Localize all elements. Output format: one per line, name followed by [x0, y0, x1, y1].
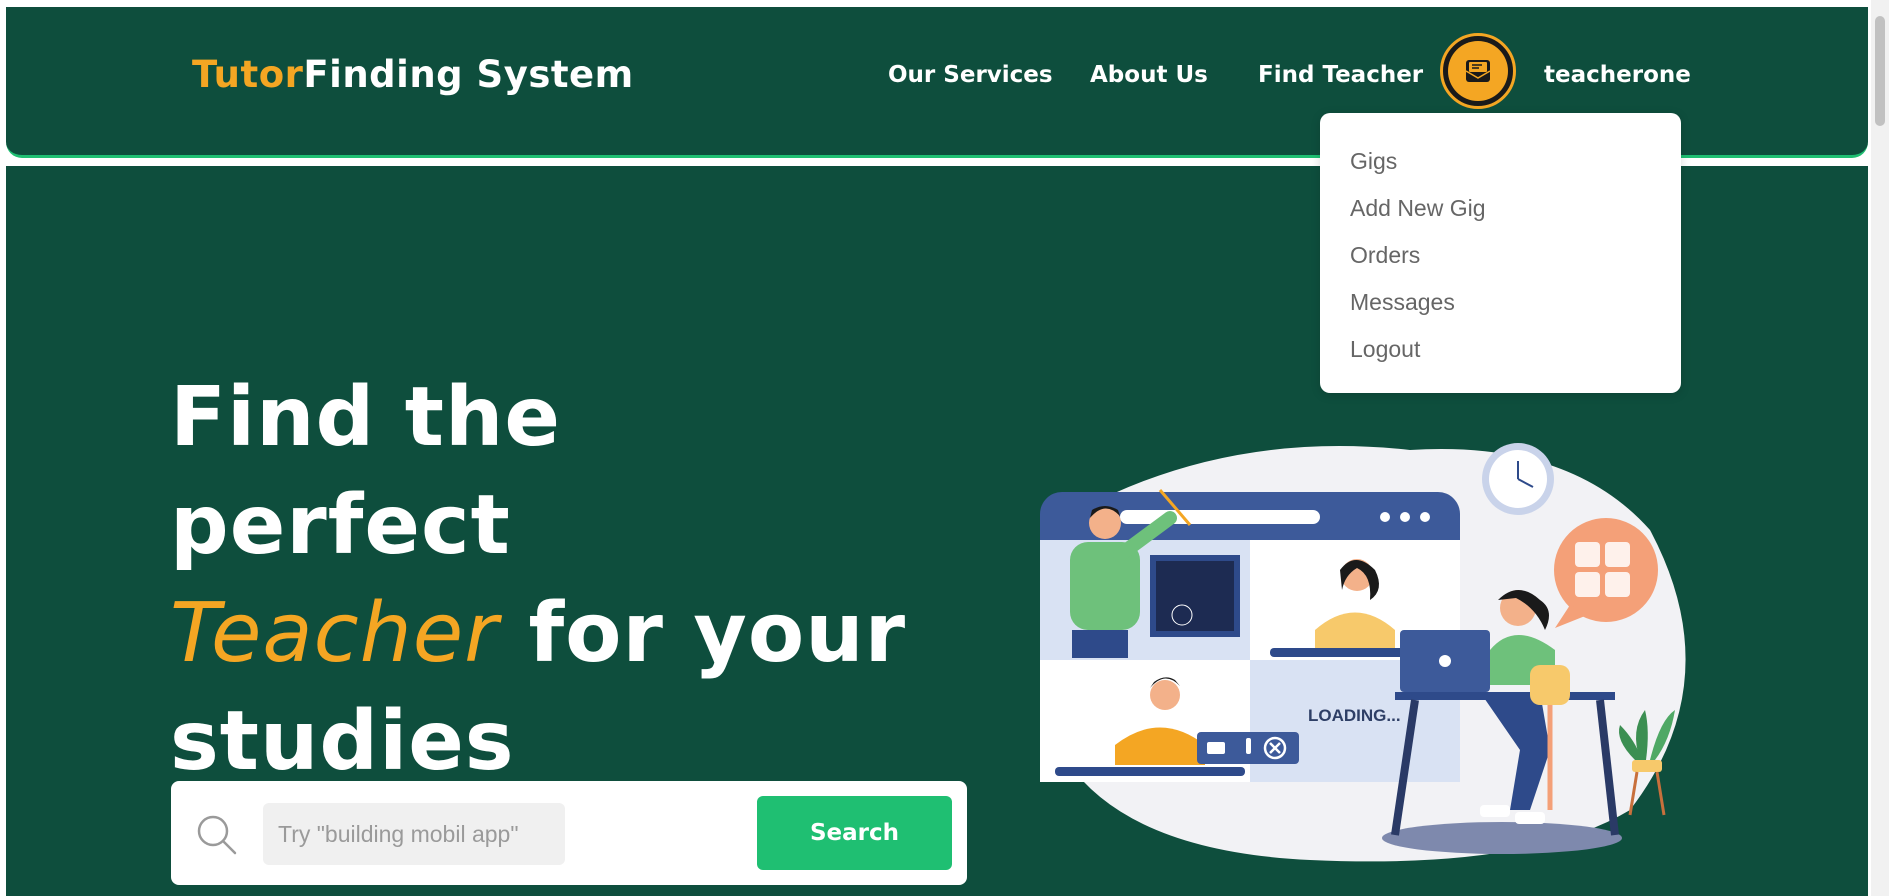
avatar-background	[1448, 41, 1508, 101]
hero-line-2: Teacher for your	[170, 580, 930, 688]
search-button[interactable]: Search	[757, 796, 952, 870]
hero-line-3: studies	[170, 694, 515, 789]
hero-heading: Find the perfect Teacher for your studie…	[170, 364, 930, 796]
brand-accent-text: Tutor	[192, 53, 304, 96]
dropdown-item-logout[interactable]: Logout	[1350, 336, 1420, 363]
dropdown-item-messages[interactable]: Messages	[1350, 289, 1455, 316]
nav-username[interactable]: teacherone	[1544, 62, 1691, 88]
nav-our-services[interactable]: Our Services	[888, 62, 1053, 88]
hero-line-1: Find the perfect	[170, 370, 561, 573]
user-dropdown-menu: Gigs Add New Gig Orders Messages Logout	[1320, 113, 1681, 393]
nav-about-us[interactable]: About Us	[1090, 62, 1208, 88]
brand-logo[interactable]: TutorFinding System	[192, 53, 634, 96]
loading-text: LOADING...	[1308, 706, 1401, 725]
online-tutoring-illustration: LOADING...	[1040, 443, 1686, 862]
brand-rest-text: Finding System	[303, 53, 634, 96]
hero-teacher-word: Teacher	[170, 586, 499, 681]
envelope-icon	[1465, 60, 1491, 82]
scrollbar-thumb[interactable]	[1875, 16, 1885, 126]
dropdown-item-add-new-gig[interactable]: Add New Gig	[1350, 195, 1486, 222]
page-scrollbar[interactable]	[1871, 0, 1889, 896]
search-bar: Search	[171, 781, 967, 885]
dropdown-item-gigs[interactable]: Gigs	[1350, 148, 1397, 175]
nav-find-teacher[interactable]: Find Teacher	[1258, 62, 1423, 88]
hero-line-2-rest: for your	[528, 586, 907, 681]
search-input[interactable]	[263, 803, 565, 865]
search-icon	[197, 815, 237, 855]
user-avatar[interactable]	[1440, 33, 1516, 109]
dropdown-item-orders[interactable]: Orders	[1350, 242, 1420, 269]
